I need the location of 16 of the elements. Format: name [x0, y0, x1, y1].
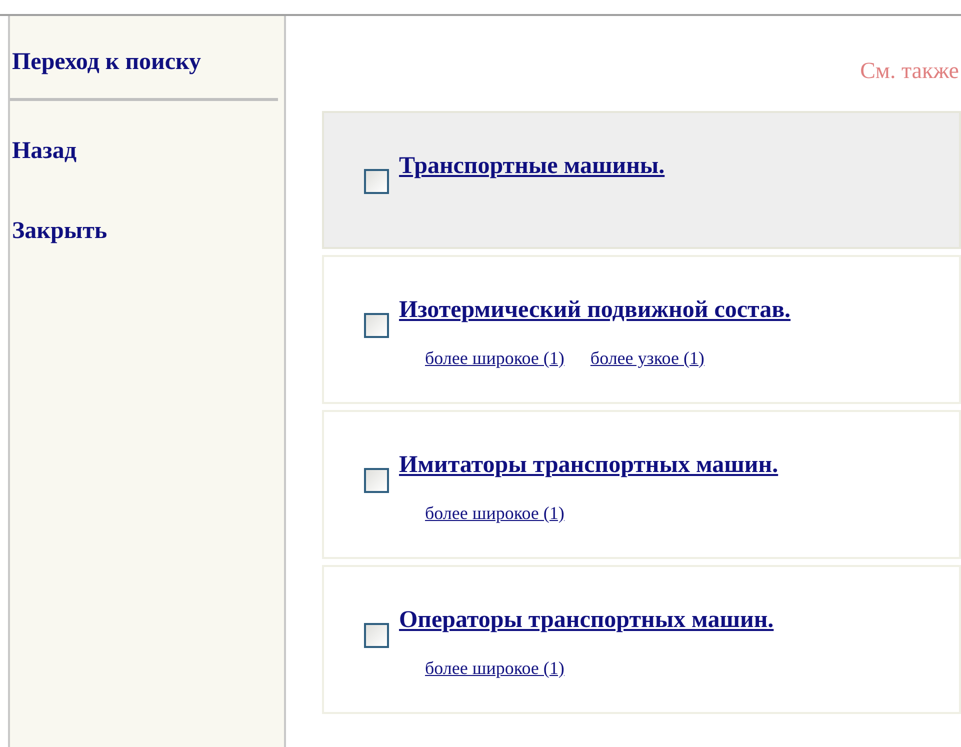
sidebar-link[interactable]: Назад [12, 133, 284, 169]
checkbox[interactable] [364, 468, 389, 493]
checkbox[interactable] [364, 169, 389, 194]
see-also-label: См. также [860, 57, 959, 85]
related-link[interactable]: более широкое (1) [425, 345, 564, 372]
related-link[interactable]: более узкое (1) [590, 345, 704, 372]
search-link[interactable]: Переход к поиску [12, 49, 201, 75]
related-link[interactable]: более широкое (1) [425, 655, 564, 682]
result-title-link[interactable]: Имитаторы транспортных машин. [399, 450, 778, 480]
checkbox[interactable] [364, 623, 389, 648]
checkbox[interactable] [364, 313, 389, 338]
sidebar-link[interactable]: Закрыть [12, 213, 284, 249]
result-title-link[interactable]: Изотермический подвижной состав. [399, 295, 791, 325]
result-title-link[interactable]: Операторы транспортных машин. [399, 605, 774, 635]
related-link[interactable]: более широкое (1) [425, 500, 564, 527]
result-title-link[interactable]: Транспортные машины. [399, 151, 665, 181]
